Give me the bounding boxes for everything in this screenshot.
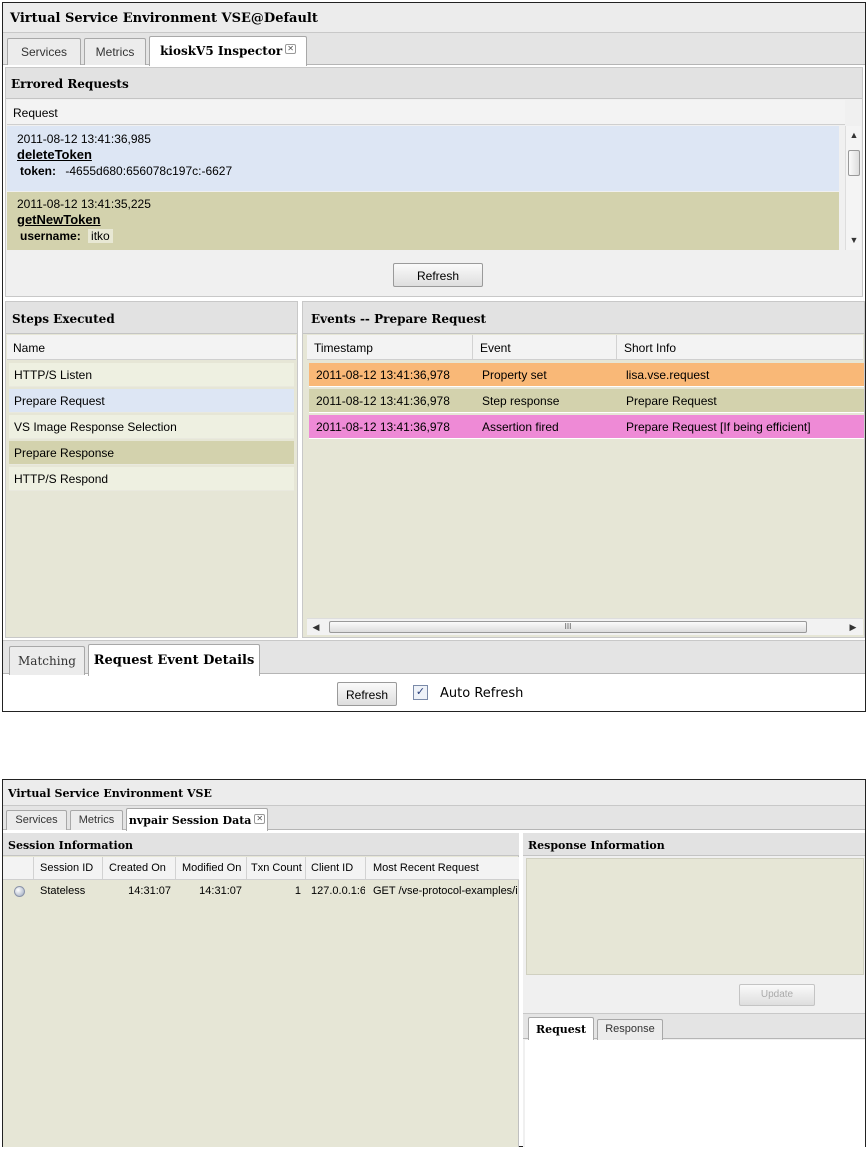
tab-strip: Services Metrics kioskV5 Inspector ✕ [3,33,865,66]
auto-refresh-checkbox[interactable]: ✓ [413,685,428,700]
event-info: Prepare Request [If being efficient] [626,420,811,434]
tab-request-event-details[interactable]: Request Event Details [88,644,260,676]
window-title: Virtual Service Environment VSE [8,787,212,800]
errored-requests-panel: Errored Requests Request 2011-08-12 13:4… [5,67,863,297]
scroll-down-icon[interactable]: ▼ [847,233,861,247]
bottom-window: Virtual Service Environment VSE Services… [2,779,866,1147]
param-value: itko [88,229,113,243]
event-type: Assertion fired [482,420,559,434]
column-header-created-on[interactable]: Created On [103,857,175,874]
txn-count: 1 [294,885,301,897]
tab-inspector[interactable]: kioskV5 Inspector ✕ [149,36,307,66]
column-header-most-recent-request[interactable]: Most Recent Request [366,857,519,874]
request-row[interactable]: 2011-08-12 13:41:35,225 getNewToken user… [7,192,839,250]
created-on: 14:31:07 [128,885,171,897]
request-operation: getNewToken [17,212,101,227]
vertical-scrollbar[interactable]: ▲ ▼ [845,126,861,250]
scroll-right-icon[interactable]: ▶ [846,620,860,634]
events-panel: Events -- Prepare Request Timestamp Even… [302,301,865,638]
event-row[interactable]: 2011-08-12 13:41:36,978 Step response Pr… [309,389,864,413]
close-tab-icon[interactable]: ✕ [285,44,296,54]
event-type: Property set [482,368,547,382]
session-column-headers: Session ID Created On Modified On Txn Co… [3,857,519,880]
event-timestamp: 2011-08-12 13:41:36,978 [316,368,450,382]
update-button[interactable]: Update [739,984,815,1006]
horizontal-scrollbar[interactable]: ◀ III ▶ [307,618,863,635]
session-id: Stateless [40,885,86,897]
event-row[interactable]: 2011-08-12 13:41:36,978 Property set lis… [309,363,864,387]
tab-services[interactable]: Services [7,38,81,65]
window-title-bar: Virtual Service Environment VSE [3,780,865,806]
tab-metrics[interactable]: Metrics [70,810,123,830]
request-row[interactable]: 2011-08-12 13:41:36,985 deleteToken toke… [7,126,839,191]
event-timestamp: 2011-08-12 13:41:36,978 [316,420,450,434]
session-row[interactable]: Stateless 14:31:07 14:31:07 1 127.0.0.1:… [3,881,519,902]
scroll-thumb[interactable]: III [329,621,807,633]
window-title: Virtual Service Environment VSE@Default [10,11,318,26]
tab-services[interactable]: Services [6,810,67,830]
response-information-panel: Response Information Update Request Resp… [523,833,865,1147]
session-status-icon [14,886,25,897]
step-item[interactable]: HTTP/S Respond [9,467,294,491]
column-header-session-id[interactable]: Session ID [34,857,102,874]
events-column-headers: Timestamp Event Short Info [307,335,863,360]
response-tab-strip: Request Response [523,1013,865,1040]
column-header-modified-on[interactable]: Modified On [176,857,246,874]
footer-refresh-button[interactable]: Refresh [337,682,397,706]
column-header-request[interactable]: Request [7,100,845,125]
modified-on: 14:31:07 [199,885,242,897]
step-item[interactable]: Prepare Request [9,389,294,413]
request-content-area [525,1040,865,1147]
event-type: Step response [482,394,560,408]
request-timestamp: 2011-08-12 13:41:35,225 [17,197,151,211]
scroll-up-icon[interactable]: ▲ [847,128,861,142]
panel-title: Events -- Prepare Request [303,302,864,334]
refresh-button[interactable]: Refresh [393,263,483,287]
panel-title: Session Information [3,833,519,856]
panel-title: Response Information [523,833,865,856]
bottom-tab-strip: Matching Request Event Details [3,640,865,676]
response-content-area [526,858,864,975]
client-id: 127.0.0.1:62 [311,885,365,897]
top-window: Virtual Service Environment VSE@Default … [2,2,866,712]
request-operation: deleteToken [17,147,92,162]
request-timestamp: 2011-08-12 13:41:36,985 [17,132,151,146]
panel-title: Errored Requests [6,68,862,99]
column-header-event[interactable]: Event [473,335,616,360]
panel-title: Steps Executed [6,302,297,334]
column-header-client-id[interactable]: Client ID [306,857,365,874]
tab-metrics[interactable]: Metrics [84,38,146,65]
event-timestamp: 2011-08-12 13:41:36,978 [316,394,450,408]
column-header-name[interactable]: Name [7,335,296,360]
column-header-short-info[interactable]: Short Info [617,335,857,360]
event-row[interactable]: 2011-08-12 13:41:36,978 Assertion fired … [309,415,864,439]
event-info: Prepare Request [626,394,717,408]
scroll-left-icon[interactable]: ◀ [309,620,323,634]
tab-matching[interactable]: Matching [9,646,85,675]
tab-strip: Services Metrics nvpair Session Data ✕ [3,806,865,831]
scroll-thumb[interactable] [848,150,860,176]
step-item[interactable]: Prepare Response [9,441,294,465]
step-item[interactable]: HTTP/S Listen [9,363,294,387]
close-tab-icon[interactable]: ✕ [254,814,266,824]
column-header-txn-count[interactable]: Txn Count [247,857,305,874]
auto-refresh-label: Auto Refresh [440,686,524,701]
window-title-bar: Virtual Service Environment VSE@Default [3,3,865,33]
column-header-timestamp[interactable]: Timestamp [307,335,472,360]
param-name: token: [20,164,56,178]
tab-response[interactable]: Response [597,1019,663,1040]
tab-request[interactable]: Request [528,1017,594,1040]
tab-session-data[interactable]: nvpair Session Data ✕ [126,808,268,831]
event-info: lisa.vse.request [626,368,710,382]
param-name: username: [20,229,81,243]
most-recent-request: GET /vse-protocol-examples/i [373,885,518,897]
param-value: -4655d680:656078c197c:-6627 [65,164,233,178]
session-information-panel: Session Information Session ID Created O… [3,833,519,1147]
step-item[interactable]: VS Image Response Selection [9,415,294,439]
